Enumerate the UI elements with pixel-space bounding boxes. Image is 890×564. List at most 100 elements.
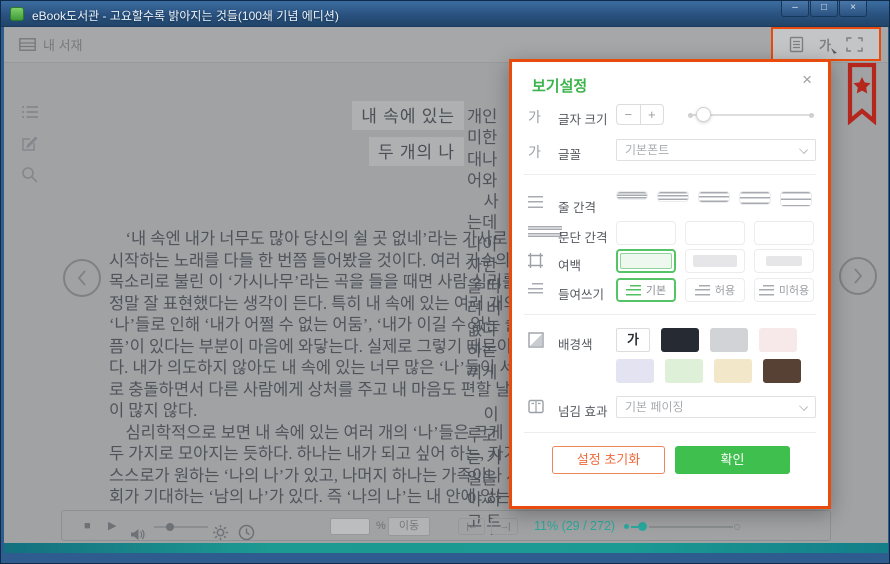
book-text-line: 끼게 bbox=[467, 359, 512, 380]
line-spacing-option[interactable] bbox=[657, 191, 689, 202]
slider-end-dot bbox=[809, 113, 814, 118]
reset-settings-button[interactable]: 설정 초기화 bbox=[552, 446, 665, 474]
book-text-line: 시작하는 노래를 다들 한 번쯤 들어봤을 것이다. 여러 가수의 bbox=[109, 247, 469, 269]
indent-option[interactable]: 기본 bbox=[616, 278, 676, 302]
bg-color-swatch[interactable] bbox=[763, 359, 801, 383]
line-spacing-option[interactable] bbox=[698, 191, 730, 203]
para-spacing-option[interactable] bbox=[754, 221, 814, 245]
stop-button[interactable]: ■ bbox=[84, 511, 91, 540]
margin-options bbox=[616, 249, 814, 273]
jump-to-start-button[interactable]: |← bbox=[458, 518, 485, 535]
progress-slider-handle[interactable] bbox=[638, 522, 647, 531]
dialog-title: 보기설정 bbox=[532, 75, 587, 96]
line-spacing-option[interactable] bbox=[739, 191, 771, 205]
percent-input[interactable] bbox=[330, 518, 370, 535]
volume-slider-handle[interactable] bbox=[166, 523, 174, 531]
bookmark-ribbon-icon[interactable] bbox=[847, 63, 877, 125]
view-settings-icon[interactable]: 가 bbox=[819, 35, 831, 54]
para-spacing-option[interactable] bbox=[685, 221, 745, 245]
para-spacing-icon bbox=[528, 225, 562, 238]
go-button[interactable]: 이동 bbox=[388, 517, 430, 536]
book-text-line: 루고 bbox=[467, 422, 512, 443]
font-size-slider[interactable] bbox=[688, 114, 814, 116]
line-spacing-option[interactable] bbox=[780, 191, 812, 207]
indent-options: 기본 허용 미허용 bbox=[616, 278, 814, 302]
book-text-line bbox=[467, 380, 512, 401]
book-text-line: 나이 bbox=[467, 231, 512, 252]
book-text-line: 하는 bbox=[467, 337, 512, 358]
divider bbox=[524, 314, 816, 315]
bg-color-swatch[interactable] bbox=[665, 359, 703, 383]
book-text-line: 심리학적으로 보면 내 속에 있는 여러 개의 ‘나’들은 크게 bbox=[109, 419, 469, 441]
maximize-button[interactable]: □ bbox=[810, 1, 838, 17]
page-effect-dropdown[interactable]: 기본 페이징 bbox=[616, 396, 816, 418]
bg-color-swatch[interactable] bbox=[661, 328, 699, 352]
book-text-line: 다. 내가 의도하지 않아도 내 속에 있는 너무 많은 ‘나’들이 서 bbox=[109, 354, 469, 376]
indent-option[interactable]: 미허용 bbox=[754, 278, 814, 302]
cursor-icon bbox=[831, 48, 837, 56]
font-size-minus-button[interactable]: − bbox=[617, 105, 641, 124]
book-left-column: ‘내 속엔 내가 너무도 많아 당신의 쉴 곳 없네’라는 가사로시작하는 노래… bbox=[109, 225, 469, 505]
margin-label: 여백 bbox=[558, 255, 581, 274]
view-settings-dialog: 보기설정 × 가 글자 크기 − + 가 글꼴 기본폰트 줄 간격 문단 간격 bbox=[509, 59, 831, 509]
volume-slider[interactable] bbox=[154, 526, 208, 528]
slider-start-dot bbox=[688, 113, 693, 118]
bookshelf-icon bbox=[19, 38, 36, 51]
book-text-line: 스스로가 원하는 ‘나의 나’가 있고, 나머지 하나는 가족이나 사 bbox=[109, 462, 469, 484]
bg-color-swatch[interactable] bbox=[759, 328, 797, 352]
indent-option-label: 기본 bbox=[646, 282, 666, 298]
chapter-title: 내 속에 있는 두 개의 나 bbox=[352, 101, 464, 173]
bg-color-swatch[interactable] bbox=[714, 359, 752, 383]
book-text-line: 일을 bbox=[467, 465, 512, 486]
bg-color-swatch[interactable] bbox=[710, 328, 748, 352]
view-tools-highlight-box: 가 bbox=[771, 27, 881, 61]
font-size-stepper: − + bbox=[616, 104, 664, 125]
font-size-slider-handle[interactable] bbox=[696, 107, 711, 122]
indent-option[interactable]: 허용 bbox=[685, 278, 745, 302]
bg-color-white-swatch[interactable]: 가 bbox=[616, 328, 650, 352]
progress-slider-track[interactable] bbox=[649, 526, 733, 528]
divider bbox=[524, 432, 816, 433]
para-spacing-options bbox=[616, 221, 814, 245]
fullscreen-icon[interactable] bbox=[846, 37, 863, 52]
my-library-button[interactable]: 내 서재 bbox=[19, 35, 83, 54]
dialog-close-icon[interactable]: × bbox=[802, 70, 812, 90]
indent-label: 들여쓰기 bbox=[558, 284, 604, 303]
chevron-down-icon bbox=[799, 402, 808, 411]
indent-option-icon bbox=[626, 285, 641, 296]
book-text-line: 개인 bbox=[467, 103, 512, 124]
chapter-title-line2: 두 개의 나 bbox=[369, 137, 464, 166]
book-text-line: 두 가지로 모아지는 듯하다. 하나는 내가 되고 싶어 하는, 자기 bbox=[109, 440, 469, 462]
close-button[interactable]: × bbox=[839, 1, 867, 17]
font-dropdown[interactable]: 기본폰트 bbox=[616, 139, 816, 161]
margin-option[interactable] bbox=[685, 249, 745, 273]
play-button[interactable]: ▶ bbox=[108, 511, 116, 540]
app-window: eBook도서관 - 고요할수록 밝아지는 것들(100쇄 기념 에디션) – … bbox=[0, 0, 890, 564]
confirm-button[interactable]: 확인 bbox=[675, 446, 790, 474]
app-bar: 내 서재 가 bbox=[4, 27, 888, 63]
book-text-line: 사 bbox=[467, 188, 512, 209]
line-spacing-option[interactable] bbox=[616, 191, 648, 200]
next-page-button[interactable] bbox=[839, 257, 877, 295]
progress-marker-circle bbox=[734, 524, 740, 530]
jump-to-end-button[interactable]: →| bbox=[491, 518, 518, 535]
margin-option[interactable] bbox=[754, 249, 814, 273]
book-text-line: 픔’이 있다는 부분이 마음에 와닿는다. 실제로 그렇기 때문이 bbox=[109, 333, 469, 355]
book-text-line: 목소리로 불린 이 ‘가시나무’라는 곡을 들을 때면 사람 심리를 bbox=[109, 268, 469, 290]
bg-color-swatch[interactable] bbox=[616, 359, 654, 383]
book-text-line: 어와 bbox=[467, 167, 512, 188]
page-effect-label: 넘김 효과 bbox=[558, 401, 607, 420]
book-text-line: 로 충돌하면서 다른 사람에게 상처를 주고 내 마음도 편할 날 bbox=[109, 376, 469, 398]
font-size-icon: 가 bbox=[528, 107, 541, 127]
minimize-button[interactable]: – bbox=[781, 1, 809, 17]
para-spacing-option[interactable] bbox=[616, 221, 676, 245]
indent-option-icon bbox=[759, 285, 774, 296]
book-text-line: 없다 bbox=[467, 316, 512, 337]
font-size-plus-button[interactable]: + bbox=[641, 105, 664, 124]
app-icon bbox=[10, 7, 24, 21]
divider bbox=[524, 174, 816, 175]
margin-option[interactable] bbox=[616, 249, 676, 273]
book-text-line: 대나 bbox=[467, 146, 512, 167]
prev-page-button[interactable] bbox=[63, 259, 101, 297]
document-icon[interactable] bbox=[789, 36, 804, 53]
